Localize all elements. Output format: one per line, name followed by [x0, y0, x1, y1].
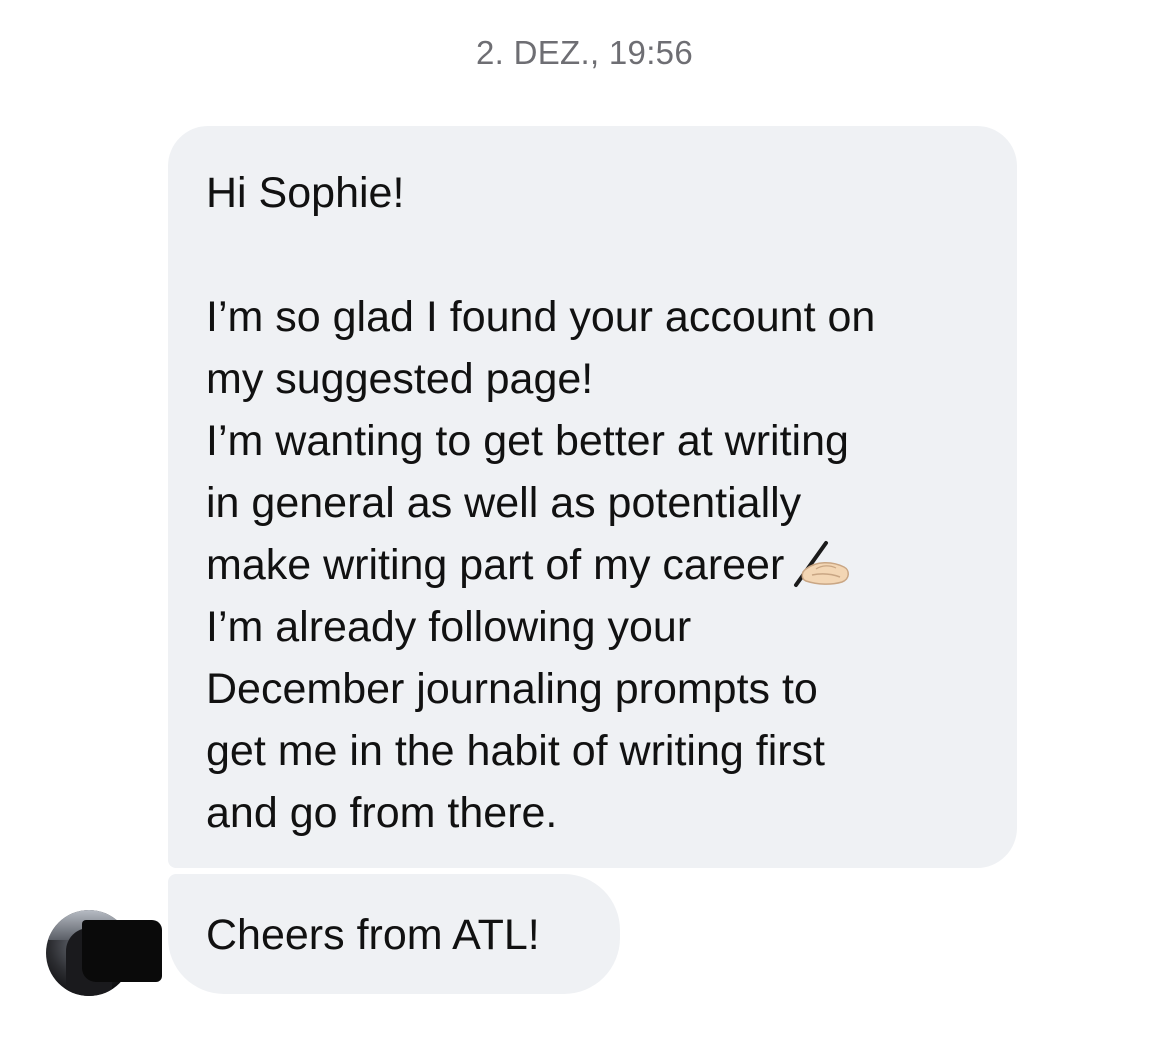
message-timestamp: 2. DEZ., 19:56 — [476, 34, 693, 71]
message-line: I’m already following your — [206, 603, 692, 651]
message-line-with-emoji: make writing part of my career — [206, 534, 977, 596]
writing-hand-emoji-icon — [792, 539, 852, 589]
message-line: I’m wanting to get better at writing — [206, 417, 849, 465]
message-line: I’m so glad I found your account on — [206, 293, 876, 341]
message-text: Cheers from ATL! — [206, 911, 540, 959]
message-line: my suggested page! — [206, 355, 594, 403]
message-line-text: make writing part of my career — [206, 541, 785, 589]
message-line: in general as well as potentially — [206, 479, 802, 527]
message-bubble-last[interactable]: Cheers from ATL! — [168, 874, 620, 994]
message-bubble[interactable]: Hi Sophie! I’m so glad I found your acco… — [168, 126, 1017, 868]
message-line: get me in the habit of writing first — [206, 727, 826, 775]
redaction-mark — [82, 920, 162, 982]
message-line: and go from there. — [206, 789, 558, 837]
message-greeting: Hi Sophie! — [206, 169, 405, 217]
message-line: December journaling prompts to — [206, 665, 818, 713]
